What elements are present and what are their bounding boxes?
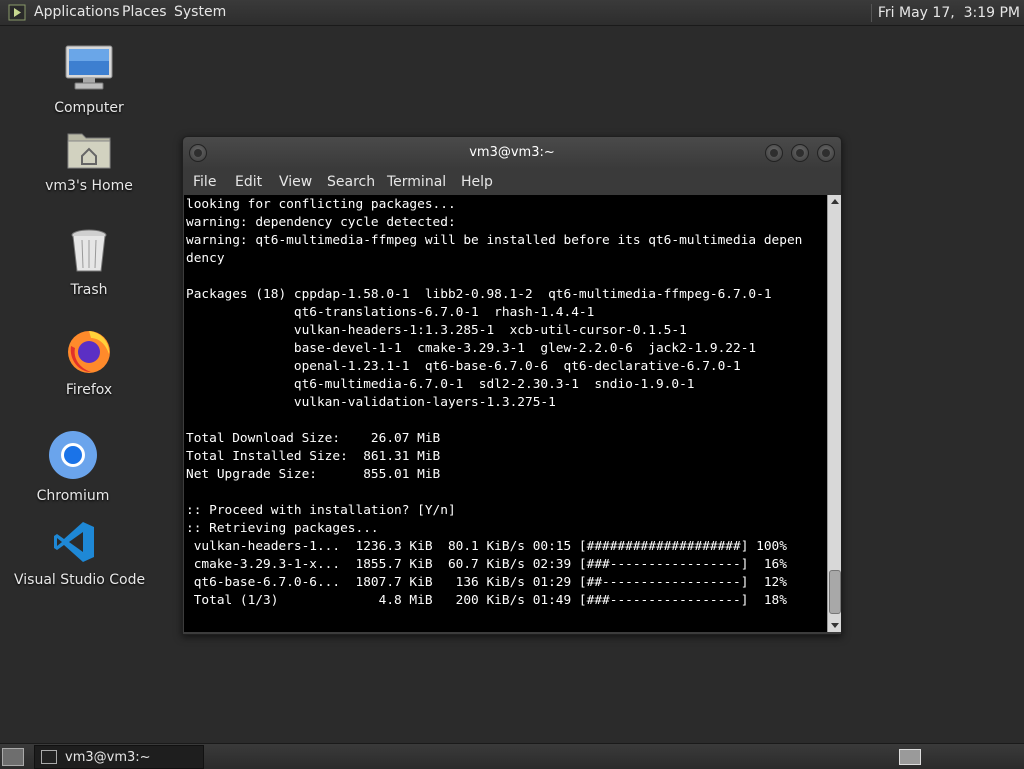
system-menu[interactable]: System bbox=[174, 4, 226, 20]
desktop-icon-firefox[interactable]: Firefox bbox=[44, 326, 134, 398]
terminal-line: Total (1/3) 4.8 MiB 200 KiB/s 01:49 [###… bbox=[186, 593, 787, 608]
taskbar-item-label: vm3@vm3:~ bbox=[65, 749, 151, 765]
terminal-line: :: Retrieving packages... bbox=[186, 521, 379, 536]
clock-label: Fri May 17, 3:19 PM bbox=[877, 4, 1020, 21]
terminal-line: vulkan-headers-1:1.3.285-1 xcb-util-curs… bbox=[186, 323, 687, 338]
terminal-line: qt6-translations-6.7.0-1 rhash-1.4.4-1 bbox=[186, 305, 595, 320]
trash-icon bbox=[71, 229, 107, 272]
bottom-panel: vm3@vm3:~ bbox=[0, 743, 1024, 769]
show-desktop-icon[interactable] bbox=[2, 748, 24, 766]
minimize-button[interactable] bbox=[765, 144, 783, 162]
desktop-icon-label: Trash bbox=[70, 282, 108, 298]
terminal-line: Net Upgrade Size: 855.01 MiB bbox=[186, 467, 441, 482]
close-button[interactable] bbox=[817, 144, 835, 162]
desktop-icon-trash[interactable]: Trash bbox=[44, 228, 134, 298]
desktop-icon-label: Visual Studio Code bbox=[14, 572, 146, 588]
terminal-line: dency bbox=[186, 251, 225, 266]
terminal-text: looking for conflicting packages... warn… bbox=[184, 195, 827, 610]
clock[interactable]: Fri May 17, 3:19 PM bbox=[870, 0, 1020, 25]
scroll-up-arrow-icon[interactable] bbox=[831, 199, 839, 204]
panel-separator bbox=[870, 3, 872, 22]
desktop-icon-computer[interactable]: Computer bbox=[44, 44, 134, 116]
desktop-icon-label: Chromium bbox=[36, 488, 110, 504]
applications-menu[interactable]: Applications bbox=[34, 4, 120, 20]
top-panel: Applications Places System Fri May 17, 3… bbox=[0, 0, 1024, 26]
places-menu[interactable]: Places bbox=[122, 4, 167, 20]
firefox-icon bbox=[68, 331, 110, 373]
menu-edit[interactable]: Edit bbox=[235, 174, 262, 190]
terminal-line: Packages (18) cppdap-1.58.0-1 libb2-0.98… bbox=[186, 287, 772, 302]
terminal-line: qt6-multimedia-6.7.0-1 sdl2-2.30.3-1 snd… bbox=[186, 377, 695, 392]
menu-view[interactable]: View bbox=[279, 174, 312, 190]
terminal-icon bbox=[41, 750, 57, 764]
window-menu-button[interactable] bbox=[189, 144, 207, 162]
terminal-line: cmake-3.29.3-1-x... 1855.7 KiB 60.7 KiB/… bbox=[186, 557, 787, 572]
menu-search[interactable]: Search bbox=[327, 174, 375, 190]
terminal-line: looking for conflicting packages... bbox=[186, 197, 456, 212]
terminal-window: vm3@vm3:~ File Edit View Search Terminal… bbox=[182, 136, 842, 635]
terminal-line: warning: dependency cycle detected: bbox=[186, 215, 456, 230]
terminal-scrollbar[interactable] bbox=[827, 195, 841, 632]
terminal-line: base-devel-1-1 cmake-3.29.3-1 glew-2.2.0… bbox=[186, 341, 757, 356]
desktop-icon-chromium[interactable]: Chromium bbox=[28, 430, 118, 504]
terminal-line: vulkan-validation-layers-1.3.275-1 bbox=[186, 395, 556, 410]
maximize-button[interactable] bbox=[791, 144, 809, 162]
terminal-line: vulkan-headers-1... 1236.3 KiB 80.1 KiB/… bbox=[186, 539, 787, 554]
terminal-line: openal-1.23.1-1 qt6-base-6.7.0-6 qt6-dec… bbox=[186, 359, 741, 374]
desktop-icon-label: vm3's Home bbox=[45, 178, 133, 194]
terminal-line: qt6-base-6.7.0-6... 1807.7 KiB 136 KiB/s… bbox=[186, 575, 787, 590]
menu-terminal[interactable]: Terminal bbox=[387, 174, 446, 190]
terminal-output[interactable]: looking for conflicting packages... warn… bbox=[184, 195, 827, 632]
desktop-icon-label: Firefox bbox=[65, 382, 113, 398]
scrollbar-thumb[interactable] bbox=[829, 570, 841, 614]
terminal-line: Total Installed Size: 861.31 MiB bbox=[186, 449, 441, 464]
terminal-line: warning: qt6-multimedia-ffmpeg will be i… bbox=[186, 233, 803, 248]
terminal-line: Total Download Size: 26.07 MiB bbox=[186, 431, 441, 446]
workspace-switcher[interactable] bbox=[899, 749, 921, 765]
desktop-icon-home[interactable]: vm3's Home bbox=[44, 128, 134, 194]
menubar: File Edit View Search Terminal Help bbox=[183, 169, 841, 195]
vscode-icon bbox=[54, 522, 94, 562]
distro-logo-icon[interactable] bbox=[8, 4, 26, 21]
desktop-icon-vscode[interactable]: Visual Studio Code bbox=[14, 520, 146, 588]
chromium-icon bbox=[49, 431, 97, 479]
terminal-line: :: Proceed with installation? [Y/n] bbox=[186, 503, 456, 518]
scroll-down-arrow-icon[interactable] bbox=[831, 623, 839, 628]
window-title: vm3@vm3:~ bbox=[469, 145, 555, 160]
window-titlebar[interactable]: vm3@vm3:~ bbox=[183, 137, 841, 169]
menu-file[interactable]: File bbox=[193, 174, 216, 190]
menu-help[interactable]: Help bbox=[461, 174, 493, 190]
home-folder-icon bbox=[67, 133, 111, 169]
computer-icon bbox=[65, 45, 113, 90]
taskbar-item-terminal[interactable]: vm3@vm3:~ bbox=[34, 745, 204, 769]
desktop-icon-label: Computer bbox=[54, 100, 124, 116]
